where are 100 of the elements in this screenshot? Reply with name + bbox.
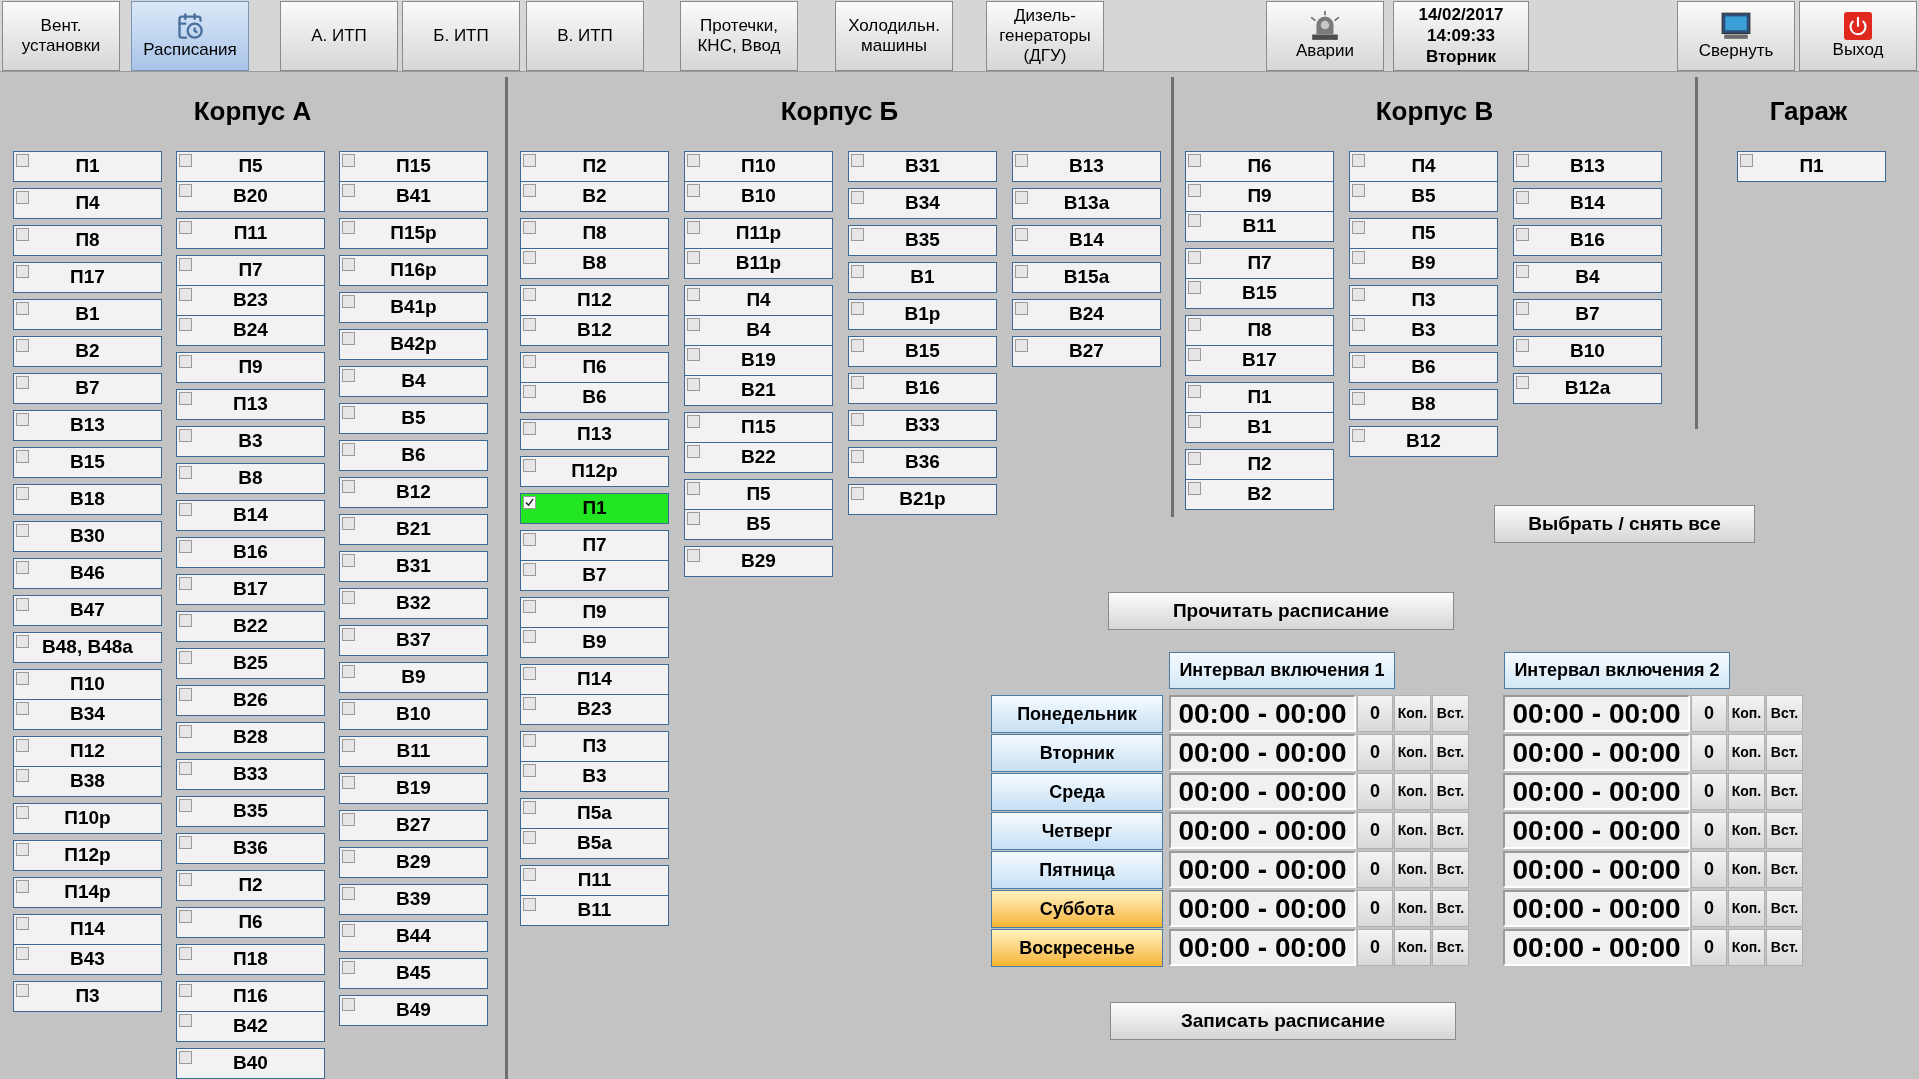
checkbox[interactable] xyxy=(851,228,864,241)
time-range-field[interactable]: 00:00 - 00:00 xyxy=(1169,929,1356,966)
checkbox[interactable] xyxy=(16,739,29,752)
checkbox[interactable] xyxy=(1015,302,1028,315)
checkbox[interactable] xyxy=(179,318,192,331)
object-toggle[interactable]: П15р xyxy=(339,218,488,249)
object-toggle[interactable]: П12р xyxy=(13,840,162,871)
checkbox[interactable] xyxy=(16,302,29,315)
checkbox[interactable] xyxy=(1015,191,1028,204)
object-toggle[interactable]: П9 xyxy=(520,597,669,628)
object-toggle[interactable]: В29 xyxy=(339,847,488,878)
checkbox[interactable] xyxy=(687,445,700,458)
object-toggle[interactable]: П6 xyxy=(176,907,325,938)
object-toggle[interactable]: В24 xyxy=(176,315,325,346)
object-toggle[interactable]: В25 xyxy=(176,648,325,679)
checkbox[interactable] xyxy=(523,184,536,197)
checkbox[interactable] xyxy=(851,265,864,278)
checkbox[interactable] xyxy=(342,443,355,456)
object-toggle[interactable]: В23 xyxy=(520,694,669,725)
nav-tab[interactable]: Холодильн. машины xyxy=(835,0,953,71)
checkbox[interactable] xyxy=(342,332,355,345)
checkbox[interactable] xyxy=(1015,339,1028,352)
object-toggle[interactable]: В8 xyxy=(176,463,325,494)
checkbox[interactable] xyxy=(1015,154,1028,167)
object-toggle[interactable]: В10 xyxy=(1513,336,1662,367)
checkbox[interactable] xyxy=(1516,265,1529,278)
copy-button[interactable]: Коп. xyxy=(1394,929,1431,966)
count-button[interactable]: 0 xyxy=(1357,812,1393,849)
object-toggle[interactable]: В4 xyxy=(339,366,488,397)
object-toggle[interactable]: П14 xyxy=(520,664,669,695)
object-toggle[interactable]: В30 xyxy=(13,521,162,552)
object-toggle[interactable]: В40 xyxy=(176,1048,325,1079)
checkbox[interactable] xyxy=(1188,154,1201,167)
copy-button[interactable]: Коп. xyxy=(1394,773,1431,810)
checkbox[interactable] xyxy=(16,769,29,782)
checkbox[interactable] xyxy=(342,924,355,937)
checkbox[interactable] xyxy=(16,376,29,389)
checkbox[interactable] xyxy=(342,850,355,863)
time-range-field[interactable]: 00:00 - 00:00 xyxy=(1503,851,1690,888)
object-toggle[interactable]: В4 xyxy=(684,315,833,346)
object-toggle[interactable]: В31 xyxy=(848,151,997,182)
checkbox[interactable] xyxy=(523,600,536,613)
object-toggle[interactable]: П15 xyxy=(684,412,833,443)
paste-button[interactable]: Вст. xyxy=(1766,695,1803,732)
object-toggle[interactable]: В1р xyxy=(848,299,997,330)
object-toggle[interactable]: В29 xyxy=(684,546,833,577)
object-toggle[interactable]: В35 xyxy=(176,796,325,827)
checkbox[interactable] xyxy=(1188,482,1201,495)
checkbox[interactable] xyxy=(851,376,864,389)
time-range-field[interactable]: 00:00 - 00:00 xyxy=(1503,734,1690,771)
checkbox[interactable] xyxy=(342,998,355,1011)
checkbox[interactable] xyxy=(1352,221,1365,234)
copy-button[interactable]: Коп. xyxy=(1394,734,1431,771)
checkbox[interactable] xyxy=(342,517,355,530)
checkbox[interactable] xyxy=(16,917,29,930)
paste-button[interactable]: Вст. xyxy=(1432,773,1469,810)
object-toggle[interactable]: В45 xyxy=(339,958,488,989)
object-toggle[interactable]: П8 xyxy=(520,218,669,249)
checkbox[interactable] xyxy=(16,339,29,352)
object-toggle[interactable]: В17 xyxy=(1185,345,1334,376)
object-toggle[interactable]: В5 xyxy=(684,509,833,540)
object-toggle[interactable]: П5 xyxy=(176,151,325,182)
time-range-field[interactable]: 00:00 - 00:00 xyxy=(1503,890,1690,927)
checkbox[interactable] xyxy=(179,503,192,516)
object-toggle[interactable]: В13а xyxy=(1012,188,1161,219)
alarms-button[interactable]: Аварии xyxy=(1266,0,1384,71)
object-toggle[interactable]: П3 xyxy=(520,731,669,762)
checkbox[interactable] xyxy=(1516,302,1529,315)
object-toggle[interactable]: В7 xyxy=(1513,299,1662,330)
object-toggle[interactable]: В2 xyxy=(1185,479,1334,510)
object-toggle[interactable]: В12 xyxy=(1349,426,1498,457)
object-toggle[interactable]: В12 xyxy=(520,315,669,346)
checkbox[interactable] xyxy=(342,184,355,197)
object-toggle[interactable]: В36 xyxy=(176,833,325,864)
paste-button[interactable]: Вст. xyxy=(1766,851,1803,888)
nav-tab[interactable]: В. ИТП xyxy=(526,0,644,71)
object-toggle[interactable]: П1 xyxy=(520,493,669,524)
checkbox[interactable] xyxy=(179,258,192,271)
object-toggle[interactable]: В4 xyxy=(1513,262,1662,293)
object-toggle[interactable]: В48, В48а xyxy=(13,632,162,663)
checkbox[interactable] xyxy=(523,801,536,814)
checkbox[interactable] xyxy=(851,302,864,315)
object-toggle[interactable]: В44 xyxy=(339,921,488,952)
checkbox[interactable] xyxy=(687,348,700,361)
checkbox[interactable] xyxy=(342,961,355,974)
paste-button[interactable]: Вст. xyxy=(1766,734,1803,771)
checkbox[interactable] xyxy=(687,184,700,197)
checkbox[interactable] xyxy=(342,591,355,604)
checkbox[interactable] xyxy=(342,702,355,715)
object-toggle[interactable]: П14р xyxy=(13,877,162,908)
checkbox[interactable] xyxy=(687,415,700,428)
object-toggle[interactable]: П10 xyxy=(13,669,162,700)
count-button[interactable]: 0 xyxy=(1357,929,1393,966)
object-toggle[interactable]: В14 xyxy=(176,500,325,531)
paste-button[interactable]: Вст. xyxy=(1766,773,1803,810)
object-toggle[interactable]: В10 xyxy=(684,181,833,212)
object-toggle[interactable]: В42 xyxy=(176,1011,325,1042)
checkbox[interactable] xyxy=(16,413,29,426)
object-toggle[interactable]: В31 xyxy=(339,551,488,582)
checkbox[interactable] xyxy=(342,739,355,752)
